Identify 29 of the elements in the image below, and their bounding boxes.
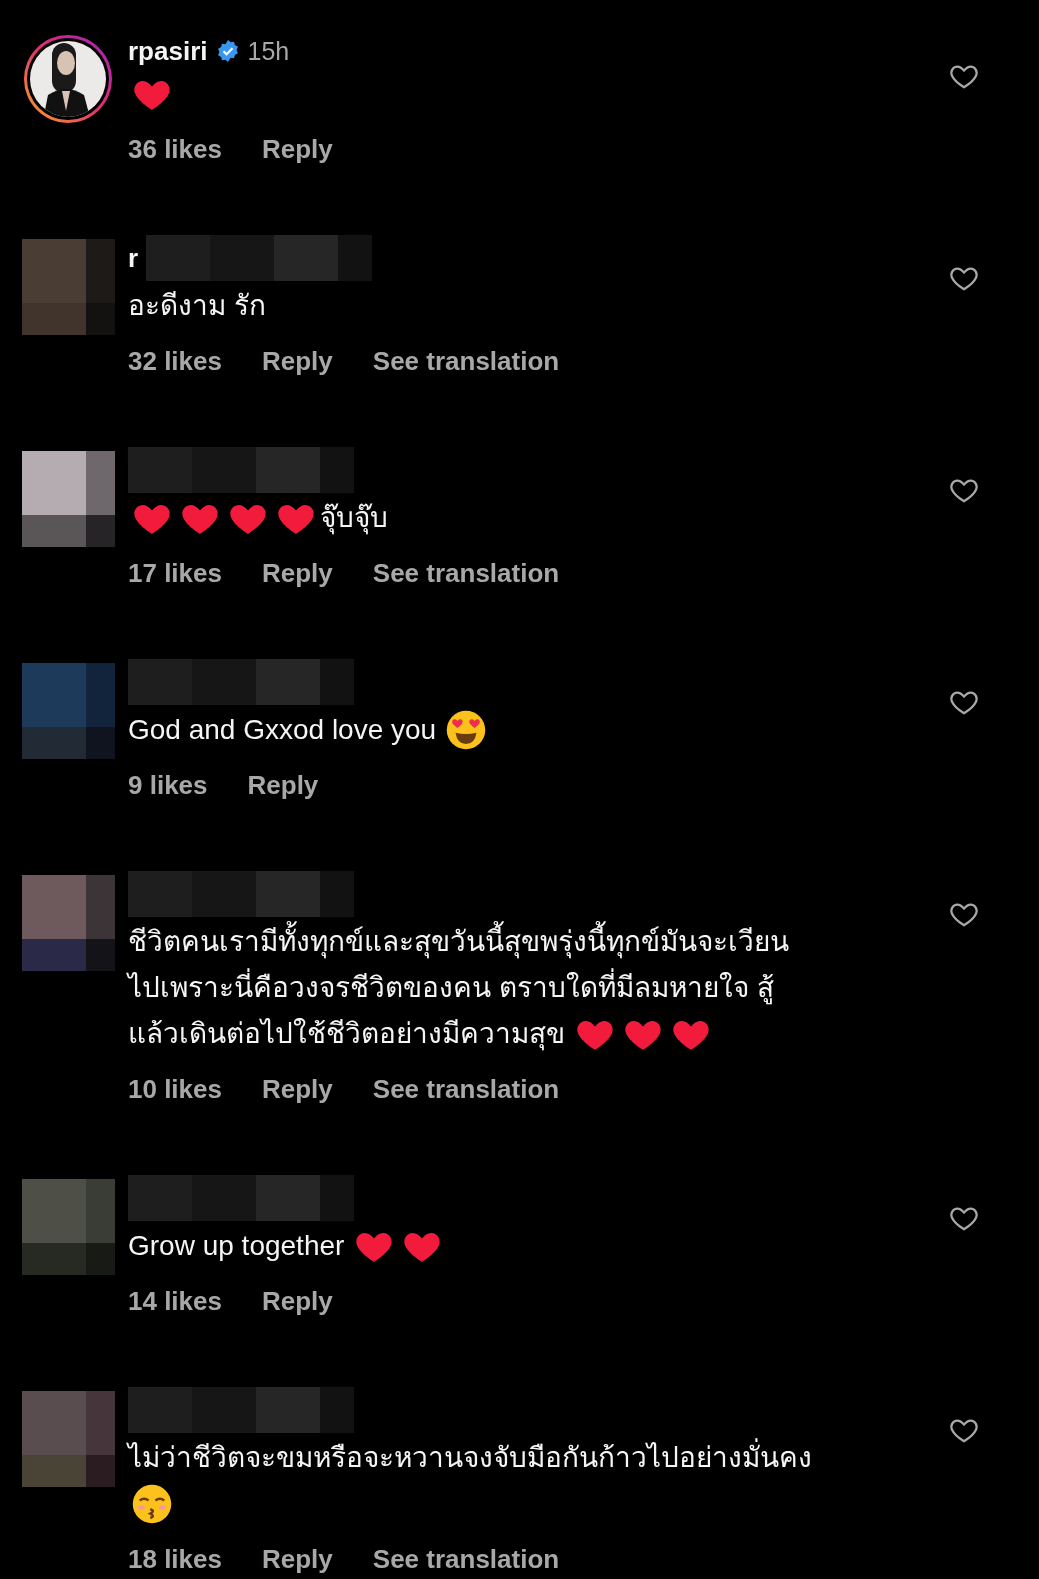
see-translation-button[interactable]: See translation [372,1073,560,1105]
smiley-icon [445,709,488,751]
comment-text: แล้วเดินต่อไปใช้ชีวิตอย่างมีความสุข [128,1017,565,1053]
reply-button[interactable]: Reply [247,769,319,801]
username[interactable]: rpasiri [128,35,208,67]
comment-text: อะดีงาม รัก [128,289,266,323]
comment-text: Grow up together [128,1229,345,1263]
like-count: 9 likes [128,769,208,801]
like-count: 18 likes [128,1543,222,1575]
see-translation-button[interactable]: See translation [372,1543,560,1575]
smiley-icon [131,1483,173,1525]
reply-button[interactable]: Reply [262,1073,333,1105]
like-count: 14 likes [128,1285,222,1317]
like-count: 10 likes [128,1073,222,1105]
comment-text: God and Gxxod love you [128,713,437,747]
like-count: 32 likes [128,345,222,377]
reply-button[interactable]: Reply [262,345,333,377]
comment-text: จุ๊บจุ๊บ [320,501,388,537]
reply-button[interactable]: Reply [262,1543,333,1575]
like-count: 36 likes [128,133,222,165]
username[interactable]: r [128,242,139,274]
reply-button[interactable]: Reply [262,557,333,589]
see-translation-button[interactable]: See translation [372,557,560,589]
comment-text: ไม่ว่าชีวิตจะขมหรือจะหวานจงจับมือกันก้าวไปอย่างมั่นคง [128,1431,812,1485]
like-count: 17 likes [128,557,222,589]
reply-button[interactable]: Reply [262,1285,333,1317]
reply-button[interactable]: Reply [262,133,333,165]
see-translation-button[interactable]: See translation [372,345,560,377]
comment-time: 15h [247,36,290,66]
